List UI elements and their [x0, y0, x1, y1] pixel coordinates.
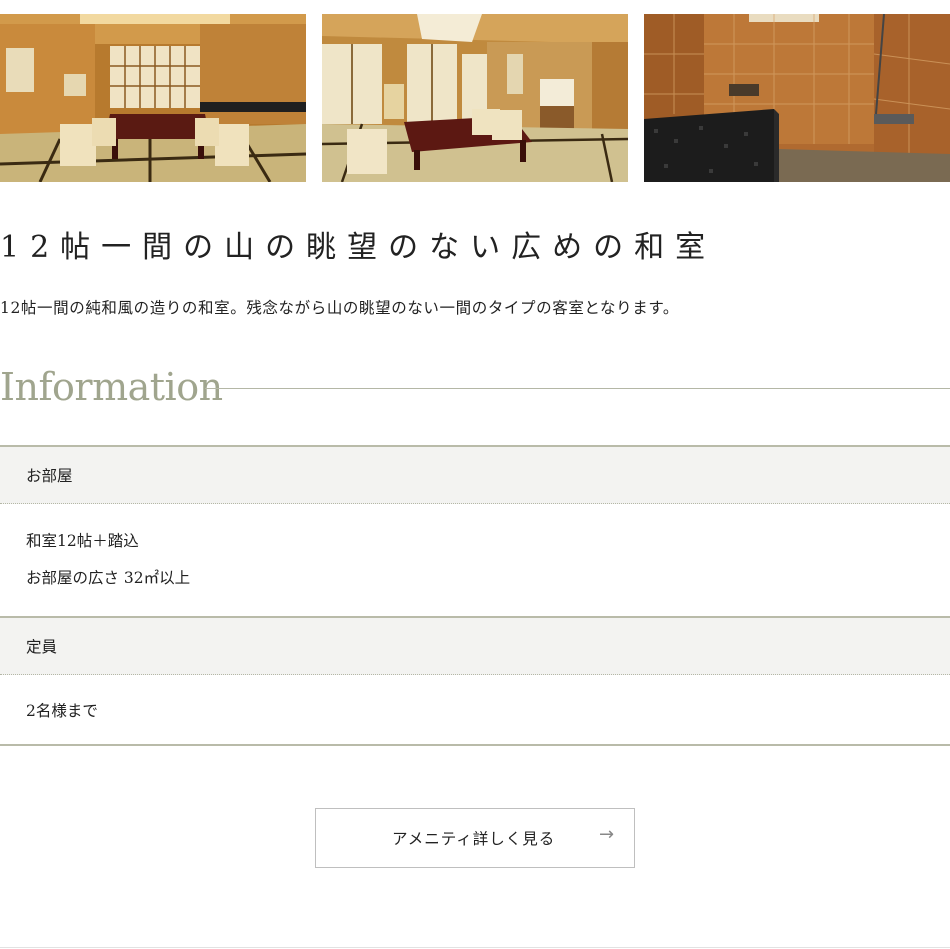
- room-size-text: お部屋の広さ 32㎡以上: [26, 569, 191, 587]
- tatami-room-photo-2: [322, 14, 628, 182]
- section-body-room: 和室12帖＋踏込 お部屋の広さ 32㎡以上: [0, 504, 950, 616]
- room-type-text: 和室12帖＋踏込: [26, 532, 139, 550]
- section-header-room: お部屋: [0, 445, 950, 504]
- room-description: 12帖一間の純和風の造りの和室。残念ながら山の眺望のない一間のタイプの客室となり…: [0, 299, 680, 317]
- information-heading-label: Information: [0, 365, 223, 409]
- amenity-button-label: アメニティ詳しく見る: [392, 830, 556, 848]
- information-table: お部屋 和室12帖＋踏込 お部屋の広さ 32㎡以上 定員 2名様まで: [0, 445, 950, 746]
- arrow-right-icon: →: [599, 824, 616, 845]
- bottom-divider: [0, 947, 950, 948]
- amenity-details-button[interactable]: アメニティ詳しく見る →: [315, 808, 635, 868]
- room-title: 12帖一間の山の眺望のない広めの和室: [0, 230, 717, 265]
- heading-rule: [205, 388, 950, 389]
- bathroom-photo: [644, 14, 950, 182]
- section-label: お部屋: [26, 467, 73, 485]
- tatami-room-photo-1: [0, 14, 306, 182]
- section-body-capacity: 2名様まで: [0, 675, 950, 746]
- information-heading: Information: [0, 364, 950, 412]
- capacity-text: 2名様まで: [26, 702, 98, 720]
- room-photo-row: [0, 14, 950, 182]
- section-header-capacity: 定員: [0, 616, 950, 675]
- section-label: 定員: [26, 638, 58, 656]
